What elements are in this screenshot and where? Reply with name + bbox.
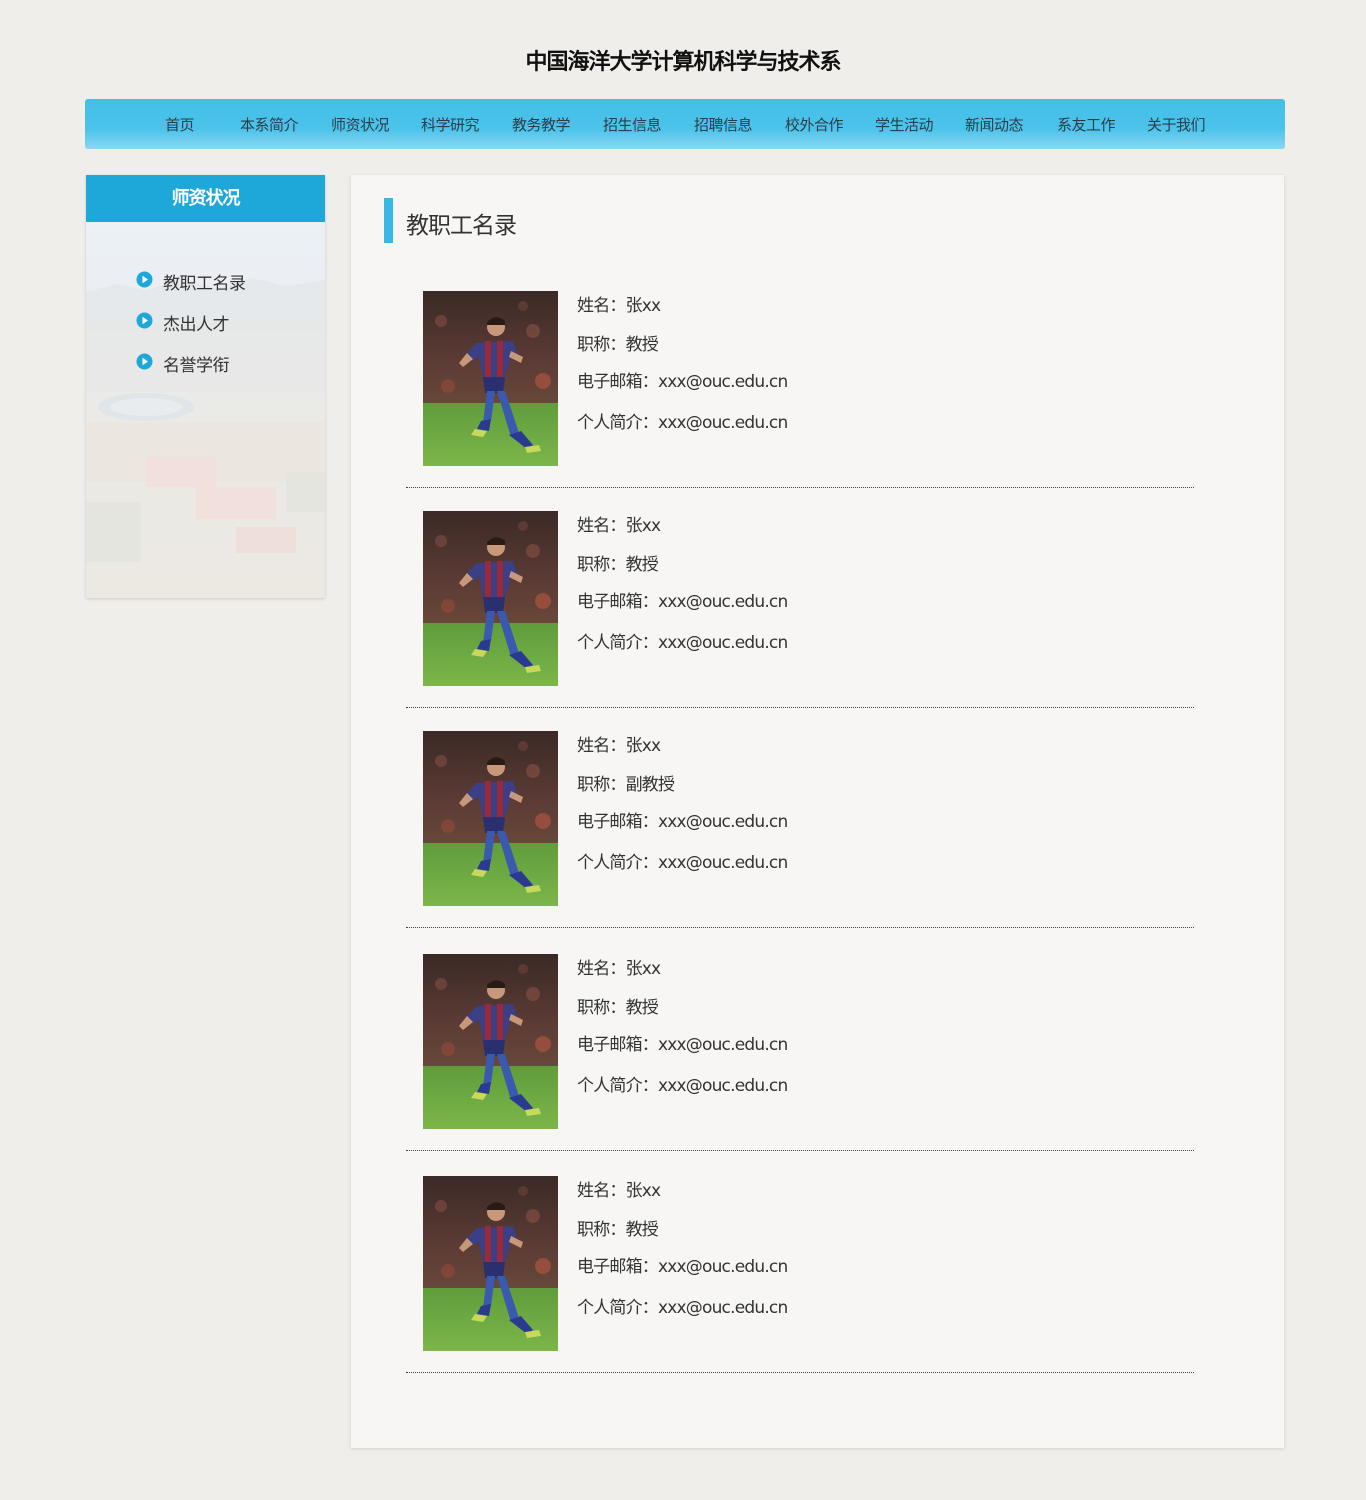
staff-bio: 个人简介：xxx@ouc.edu.cn	[577, 413, 788, 433]
entry-divider	[406, 707, 1194, 708]
staff-email[interactable]: 电子邮箱：xxx@ouc.edu.cn	[577, 1030, 788, 1055]
staff-name: 姓名：张xx	[577, 296, 661, 316]
entry-divider	[406, 1372, 1194, 1373]
staff-name: 姓名：张xx	[577, 1181, 661, 1201]
staff-title: 职称：副教授	[577, 775, 675, 795]
page-title: 教职工名录	[406, 213, 517, 239]
staff-photo[interactable]	[423, 291, 558, 466]
staff-name: 姓名：张xx	[577, 516, 661, 536]
staff-entry: 姓名：张xx 职称：教授 电子邮箱：xxx@ouc.edu.cn 个人简介：xx…	[406, 511, 1194, 709]
staff-bio: 个人简介：xxx@ouc.edu.cn	[577, 1076, 788, 1096]
staff-name: 姓名：张xx	[577, 959, 661, 979]
staff-entry: 姓名：张xx 职称：教授 电子邮箱：xxx@ouc.edu.cn 个人简介：xx…	[406, 1176, 1194, 1374]
staff-entry: 姓名：张xx 职称：副教授 电子邮箱：xxx@ouc.edu.cn 个人简介：x…	[406, 731, 1194, 929]
entry-divider	[406, 927, 1194, 928]
staff-entry: 姓名：张xx 职称：教授 电子邮箱：xxx@ouc.edu.cn 个人简介：xx…	[406, 291, 1194, 489]
entry-divider	[406, 1150, 1194, 1151]
nav-item-recruitment[interactable]: 招聘信息	[694, 114, 753, 135]
staff-bio: 个人简介：xxx@ouc.edu.cn	[577, 633, 788, 653]
staff-photo[interactable]	[423, 954, 558, 1129]
nav-item-alumni[interactable]: 系友工作	[1057, 114, 1116, 135]
staff-bio: 个人简介：xxx@ouc.edu.cn	[577, 853, 788, 873]
nav-item-about-us[interactable]: 关于我们	[1147, 114, 1206, 135]
nav-item-about-department[interactable]: 本系简介	[240, 114, 299, 135]
sidebar-item-staff-directory[interactable]: 教职工名录	[136, 269, 246, 310]
staff-entry: 姓名：张xx 职称：教授 电子邮箱：xxx@ouc.edu.cn 个人简介：xx…	[406, 954, 1194, 1152]
sidebar-item-label: 教职工名录	[163, 274, 246, 294]
nav-item-faculty[interactable]: 师资状况	[331, 114, 390, 135]
play-circle-icon	[136, 271, 153, 288]
site-title: 中国海洋大学计算机科学与技术系	[525, 50, 841, 75]
sidebar-item-outstanding-talents[interactable]: 杰出人才	[136, 310, 246, 351]
nav-item-teaching[interactable]: 教务教学	[512, 114, 571, 135]
main-content: 教职工名录 姓名：张xx 职称：教授 电子邮箱：xxx@ouc.edu.cn 个…	[351, 175, 1284, 1448]
nav-item-research[interactable]: 科学研究	[421, 114, 480, 135]
sidebar-item-label: 杰出人才	[163, 315, 230, 335]
play-circle-icon	[136, 312, 153, 329]
sidebar-item-honorary-titles[interactable]: 名誉学衔	[136, 351, 246, 392]
staff-photo[interactable]	[423, 731, 558, 906]
staff-email[interactable]: 电子邮箱：xxx@ouc.edu.cn	[577, 367, 788, 392]
staff-title: 职称：教授	[577, 335, 659, 355]
staff-email[interactable]: 电子邮箱：xxx@ouc.edu.cn	[577, 807, 788, 832]
main-navigation: 首页 本系简介 师资状况 科学研究 教务教学 招生信息 招聘信息 校外合作 学生…	[85, 99, 1285, 149]
play-circle-icon	[136, 353, 153, 370]
nav-item-news[interactable]: 新闻动态	[965, 114, 1024, 135]
staff-email[interactable]: 电子邮箱：xxx@ouc.edu.cn	[577, 587, 788, 612]
staff-name: 姓名：张xx	[577, 736, 661, 756]
staff-bio: 个人简介：xxx@ouc.edu.cn	[577, 1298, 788, 1318]
sidebar-title: 师资状况	[86, 175, 325, 222]
nav-item-student-activities[interactable]: 学生活动	[875, 114, 934, 135]
staff-photo[interactable]	[423, 511, 558, 686]
sidebar: 师资状况 教职工名录 杰出人才 名誉学衔	[86, 175, 325, 598]
entry-divider	[406, 487, 1194, 488]
nav-item-external-cooperation[interactable]: 校外合作	[785, 114, 844, 135]
title-accent-bar	[384, 198, 393, 243]
staff-title: 职称：教授	[577, 555, 659, 575]
staff-title: 职称：教授	[577, 998, 659, 1018]
staff-photo[interactable]	[423, 1176, 558, 1351]
nav-item-home[interactable]: 首页	[165, 114, 195, 135]
staff-email[interactable]: 电子邮箱：xxx@ouc.edu.cn	[577, 1252, 788, 1277]
staff-title: 职称：教授	[577, 1220, 659, 1240]
nav-item-admissions[interactable]: 招生信息	[603, 114, 662, 135]
sidebar-item-label: 名誉学衔	[163, 356, 230, 376]
